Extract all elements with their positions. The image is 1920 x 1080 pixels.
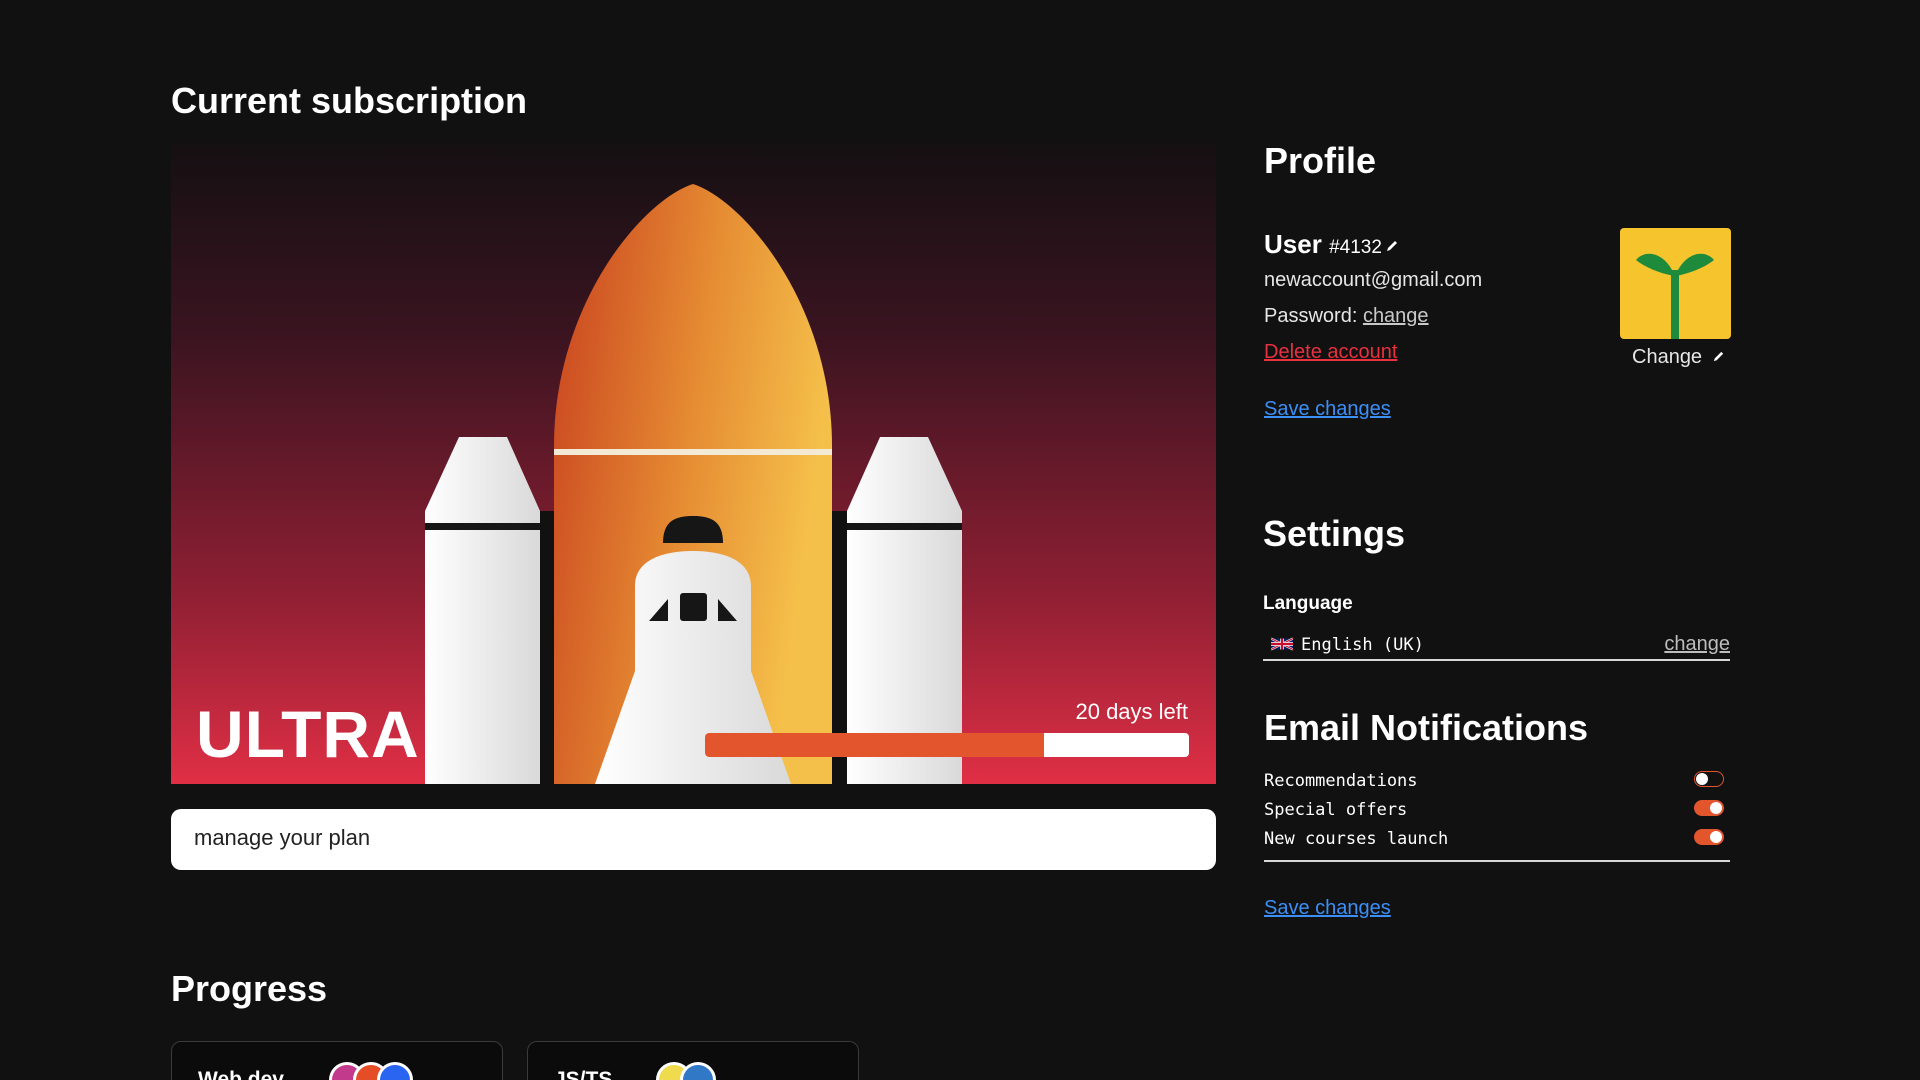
password-row: Password: change <box>1264 305 1429 328</box>
notification-row-special-offers: Special offers <box>1264 797 1730 823</box>
user-id: #4132 <box>1329 237 1382 258</box>
right-booster <box>847 437 962 784</box>
progress-heading: Progress <box>171 968 328 1009</box>
typescript-badge-icon <box>680 1062 716 1080</box>
course-card-js-ts[interactable]: JS/TS <box>527 1041 859 1080</box>
course-tech-badges <box>329 1062 413 1080</box>
notification-label: New courses launch <box>1264 829 1449 849</box>
plant-icon <box>1636 253 1714 339</box>
subscription-hero-card: ULTRA 20 days left <box>171 141 1216 784</box>
toggle-knob <box>1696 772 1708 785</box>
left-booster <box>425 437 540 784</box>
subscription-progress-fill <box>705 733 1044 757</box>
language-select-row: English (UK) change <box>1263 630 1730 661</box>
new-courses-launch-toggle[interactable] <box>1694 829 1724 845</box>
current-subscription-heading: Current subscription <box>171 80 528 121</box>
tank-stripe <box>554 449 832 455</box>
recommendations-toggle[interactable] <box>1694 771 1724 787</box>
css3-badge-icon <box>377 1062 413 1080</box>
toggle-knob <box>1710 831 1722 843</box>
notifications-divider <box>1264 860 1730 862</box>
delete-account-link[interactable]: Delete account <box>1264 341 1397 364</box>
password-label: Password: <box>1264 305 1358 327</box>
course-tech-badges <box>656 1062 716 1080</box>
days-left-label: 20 days left <box>1075 699 1188 724</box>
uk-flag-icon <box>1271 637 1293 651</box>
avatar[interactable] <box>1620 228 1731 339</box>
pencil-icon[interactable] <box>1385 239 1399 253</box>
avatar-change-button[interactable]: Change <box>1632 346 1725 369</box>
notification-label: Recommendations <box>1264 771 1418 791</box>
notification-row-new-courses: New courses launch <box>1264 826 1730 852</box>
subscription-progress-bar <box>705 733 1189 757</box>
language-change-link[interactable]: change <box>1664 633 1730 656</box>
manage-plan-button[interactable]: manage your plan <box>171 809 1216 870</box>
user-name-line: User #4132 <box>1264 229 1399 260</box>
course-name: JS/TS <box>554 1068 613 1080</box>
pencil-icon <box>1713 351 1723 362</box>
password-change-link[interactable]: change <box>1363 305 1429 327</box>
user-label: User <box>1264 229 1322 259</box>
course-card-web-dev[interactable]: Web dev <box>171 1041 503 1080</box>
plan-name: ULTRA <box>196 697 420 771</box>
profile-heading: Profile <box>1264 140 1377 181</box>
avatar-change-label: Change <box>1632 346 1703 368</box>
notification-row-recommendations: Recommendations <box>1264 768 1730 794</box>
toggle-knob <box>1710 802 1722 814</box>
email-notifications-heading: Email Notifications <box>1264 707 1589 748</box>
language-value: English (UK) <box>1301 635 1424 655</box>
language-label: Language <box>1263 593 1353 614</box>
notifications-save-changes-link[interactable]: Save changes <box>1264 897 1391 920</box>
course-name: Web dev <box>198 1068 284 1080</box>
special-offers-toggle[interactable] <box>1694 800 1724 816</box>
rocket-illustration <box>425 184 962 784</box>
user-email: newaccount@gmail.com <box>1264 269 1483 291</box>
profile-save-changes-link[interactable]: Save changes <box>1264 398 1391 421</box>
notification-label: Special offers <box>1264 800 1408 820</box>
settings-heading: Settings <box>1263 513 1406 554</box>
